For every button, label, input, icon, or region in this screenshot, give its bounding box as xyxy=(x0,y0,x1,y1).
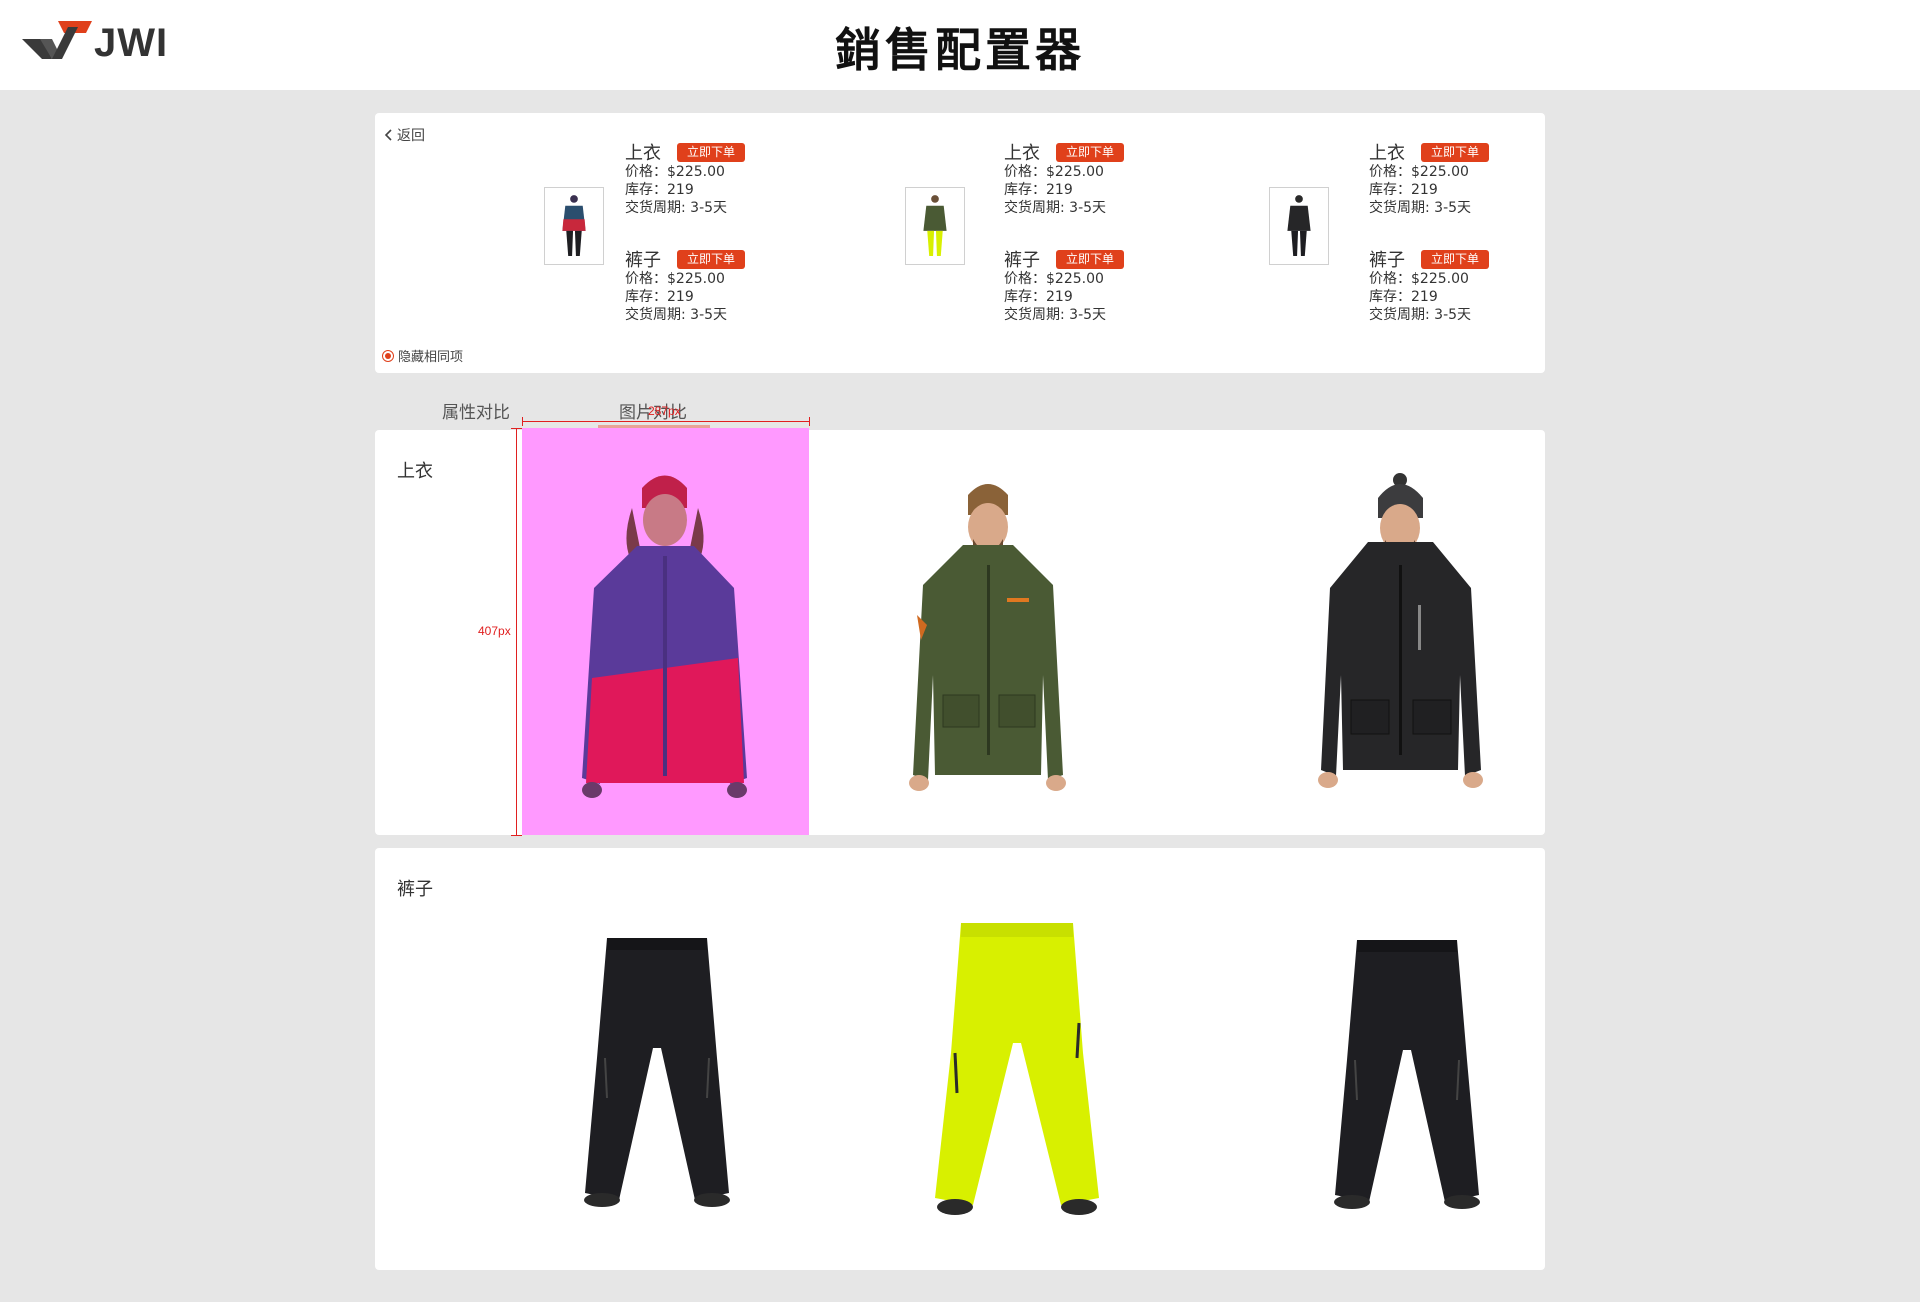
back-button[interactable]: 返回 xyxy=(383,125,425,145)
order-now-button[interactable]: 立即下单 xyxy=(677,142,746,162)
black-pants-image xyxy=(584,938,730,1207)
width-measure-tick xyxy=(522,417,523,426)
item-stock: 库存：219 xyxy=(1369,289,1438,305)
black-pants-image xyxy=(1334,940,1480,1209)
yellow-pants-image xyxy=(935,923,1099,1215)
black-jacket-image xyxy=(1318,473,1483,788)
outfit-thumbnail-image xyxy=(562,195,586,256)
outfit-thumbnail-image xyxy=(1287,195,1311,256)
width-measure-line xyxy=(522,421,810,422)
highlighted-jacket-cell[interactable] xyxy=(522,428,809,835)
item-stock: 库存：219 xyxy=(625,182,694,198)
pants-image[interactable] xyxy=(577,938,737,1218)
item-name: 裤子 xyxy=(1004,250,1040,271)
item-delivery: 交货周期: 3-5天 xyxy=(1369,307,1472,323)
item-name: 上衣 xyxy=(1369,143,1405,164)
product-thumbnail[interactable] xyxy=(1269,187,1329,265)
order-now-button[interactable]: 立即下单 xyxy=(1056,142,1125,162)
item-delivery: 交货周期: 3-5天 xyxy=(1004,200,1107,216)
chevron-left-icon xyxy=(384,129,392,141)
item-delivery: 交货周期: 3-5天 xyxy=(1369,200,1472,216)
height-measure-tick xyxy=(511,835,522,836)
section-label: 上衣 xyxy=(397,461,433,482)
section-label: 裤子 xyxy=(397,879,433,900)
red-blue-jacket-image xyxy=(582,475,747,798)
hide-same-label: 隐藏相同项 xyxy=(398,350,464,365)
app-header: JWI 銷售配置器 xyxy=(0,0,1920,90)
item-name: 上衣 xyxy=(625,143,661,164)
item-name: 上衣 xyxy=(1004,143,1040,164)
item-delivery: 交货周期: 3-5天 xyxy=(625,307,728,323)
product-thumbnail[interactable] xyxy=(544,187,604,265)
product-2-top: 上衣 立即下单 价格：$225.00 库存：219 交货周期: 3-5天 xyxy=(1004,141,1164,217)
item-name: 裤子 xyxy=(1369,250,1405,271)
back-label: 返回 xyxy=(397,128,425,144)
height-measure-label: 407px xyxy=(478,624,511,638)
item-price: 价格：$225.00 xyxy=(1004,271,1104,287)
item-stock: 库存：219 xyxy=(1004,182,1073,198)
order-now-button[interactable]: 立即下单 xyxy=(677,249,746,269)
height-measure-line xyxy=(516,428,517,835)
item-price: 价格：$225.00 xyxy=(1369,164,1469,180)
item-price: 价格：$225.00 xyxy=(625,271,725,287)
order-now-button[interactable]: 立即下单 xyxy=(1056,249,1125,269)
hide-same-toggle[interactable]: 隐藏相同项 xyxy=(382,346,463,365)
outfit-thumbnail-image xyxy=(923,195,947,256)
item-stock: 库存：219 xyxy=(1369,182,1438,198)
product-3-top: 上衣 立即下单 价格：$225.00 库存：219 交货周期: 3-5天 xyxy=(1369,141,1529,217)
item-price: 价格：$225.00 xyxy=(1369,271,1469,287)
jacket-image[interactable] xyxy=(903,475,1073,820)
product-3-bottom: 裤子 立即下单 价格：$225.00 库存：219 交货周期: 3-5天 xyxy=(1369,248,1529,324)
item-delivery: 交货周期: 3-5天 xyxy=(625,200,728,216)
width-measure-tick xyxy=(809,417,810,426)
tab-attribute-compare[interactable]: 属性对比 xyxy=(442,398,510,423)
product-2-bottom: 裤子 立即下单 价格：$225.00 库存：219 交货周期: 3-5天 xyxy=(1004,248,1164,324)
item-price: 价格：$225.00 xyxy=(1004,164,1104,180)
item-price: 价格：$225.00 xyxy=(625,164,725,180)
jacket-image[interactable] xyxy=(1313,470,1488,820)
order-now-button[interactable]: 立即下单 xyxy=(1421,142,1490,162)
radio-selected-icon xyxy=(382,349,394,362)
item-stock: 库存：219 xyxy=(1004,289,1073,305)
pants-image[interactable] xyxy=(1327,940,1487,1220)
product-1-bottom: 裤子 立即下单 价格：$225.00 库存：219 交货周期: 3-5天 xyxy=(625,248,785,324)
page-title: 銷售配置器 xyxy=(835,23,1085,77)
order-now-button[interactable]: 立即下单 xyxy=(1421,249,1490,269)
item-delivery: 交货周期: 3-5天 xyxy=(1004,307,1107,323)
product-1-top: 上衣 立即下单 价格：$225.00 库存：219 交货周期: 3-5天 xyxy=(625,141,785,217)
product-summary-panel: 返回 上衣 立即下单 价格：$225.00 库存：219 交货周期: 3-5天 … xyxy=(375,113,1545,373)
green-jacket-image xyxy=(909,484,1066,791)
pants-image[interactable] xyxy=(927,923,1107,1223)
item-name: 裤子 xyxy=(625,250,661,271)
item-stock: 库存：219 xyxy=(625,289,694,305)
height-measure-tick xyxy=(511,428,522,429)
pants-compare-panel: 裤子 xyxy=(375,848,1545,1270)
product-thumbnail[interactable] xyxy=(905,187,965,265)
width-measure-label: 287px xyxy=(648,404,681,418)
